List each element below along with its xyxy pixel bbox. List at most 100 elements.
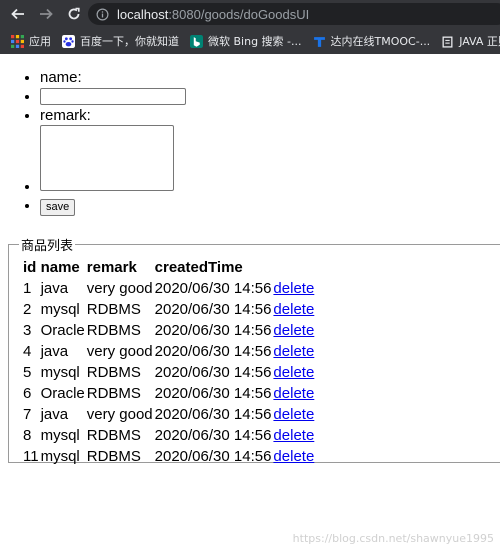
- bookmarks-bar: 应用 百度一下，你就知道 微软 Bing 搜索 -... 达内在线TMOOC-.…: [0, 28, 500, 54]
- bookmark-label: 微软 Bing 搜索 -...: [208, 35, 302, 48]
- cell-action: delete: [273, 384, 314, 403]
- delete-link[interactable]: delete: [273, 364, 314, 381]
- delete-link[interactable]: delete: [273, 385, 314, 402]
- forward-arrow-icon: [40, 8, 53, 20]
- browser-toolbar: localhost:8080/goods/doGoodsUI: [0, 0, 500, 28]
- reload-icon: [68, 7, 80, 20]
- cell-remark: very good: [86, 406, 153, 423]
- bookmark-label: 百度一下，你就知道: [80, 35, 179, 48]
- bookmark-label: 应用: [29, 35, 51, 48]
- bookmark-java[interactable]: JAVA 正则: [441, 33, 500, 49]
- cell-name: mysql: [40, 448, 80, 465]
- cell-remark: very good: [86, 343, 153, 360]
- cell-action: delete: [273, 405, 314, 424]
- form-item: name:: [40, 68, 500, 87]
- cell-remark: RDBMS: [86, 364, 141, 381]
- remark-textarea[interactable]: [40, 125, 174, 191]
- cell-created-time: 2020/06/30 14:56: [154, 301, 272, 318]
- bookmark-apps[interactable]: 应用: [11, 33, 51, 49]
- cell-id: 11: [23, 448, 39, 465]
- bookmark-bing[interactable]: 微软 Bing 搜索 -...: [190, 33, 302, 49]
- table-row: 3 Oracle RDBMS 2020/06/30 14:56 delete: [23, 321, 314, 340]
- cell-name: mysql: [40, 427, 80, 444]
- table-row: 7 java very good 2020/06/30 14:56 delete: [23, 405, 314, 424]
- back-button[interactable]: [4, 0, 32, 28]
- cell-id: 2: [23, 301, 32, 318]
- cell-created-time: 2020/06/30 14:56: [154, 343, 272, 360]
- cell-name: java: [40, 343, 69, 360]
- table-row: 11 mysql RDBMS 2020/06/30 14:56 delete: [23, 447, 314, 466]
- csdn-watermark: https://blog.csdn.net/shawnyue1995: [292, 532, 494, 545]
- bookmark-label: 达内在线TMOOC-...: [330, 35, 431, 48]
- cell-name: java: [40, 280, 69, 297]
- cell-action: delete: [273, 426, 314, 445]
- page-content: name: remark: save 商品列表 id name remark c…: [0, 54, 500, 465]
- save-button[interactable]: save: [40, 198, 76, 216]
- bookmark-label: JAVA 正则: [459, 35, 500, 48]
- form-item: [40, 87, 500, 106]
- goods-table: id name remark createdTime 1 java very g…: [21, 255, 316, 468]
- cell-created-time: 2020/06/30 14:56: [154, 406, 272, 423]
- cell-remark: RDBMS: [86, 427, 141, 444]
- cell-name: java: [40, 406, 69, 423]
- remark-label: remark:: [40, 107, 91, 124]
- cell-created-time: 2020/06/30 14:56: [154, 385, 272, 402]
- url-host: localhost: [117, 6, 169, 22]
- cell-created-time: 2020/06/30 14:56: [154, 322, 272, 339]
- cell-name: mysql: [40, 364, 80, 381]
- delete-link[interactable]: delete: [273, 427, 314, 444]
- cell-remark: RDBMS: [86, 301, 141, 318]
- column-header-name: name: [40, 258, 80, 276]
- cell-name: mysql: [40, 301, 80, 318]
- java-icon: [442, 36, 453, 48]
- goods-list-legend: 商品列表: [21, 239, 74, 254]
- bing-icon: [190, 34, 203, 48]
- cell-action: delete: [273, 447, 314, 466]
- cell-action: delete: [273, 363, 314, 382]
- cell-action: delete: [273, 279, 314, 298]
- reload-button[interactable]: [60, 0, 88, 28]
- delete-link[interactable]: delete: [273, 280, 314, 297]
- cell-id: 1: [23, 280, 32, 297]
- table-row: 6 Oracle RDBMS 2020/06/30 14:56 delete: [23, 384, 314, 403]
- goods-form: name: remark: save: [0, 68, 500, 216]
- cell-name: Oracle: [40, 385, 85, 402]
- bookmark-baidu[interactable]: 百度一下，你就知道: [62, 33, 179, 49]
- delete-link[interactable]: delete: [273, 322, 314, 339]
- cell-created-time: 2020/06/30 14:56: [154, 280, 272, 297]
- delete-link[interactable]: delete: [273, 448, 314, 465]
- column-header-action: [273, 257, 314, 277]
- cell-created-time: 2020/06/30 14:56: [154, 448, 272, 465]
- cell-remark: RDBMS: [86, 385, 141, 402]
- baidu-paw-icon: [62, 34, 75, 48]
- column-header-created-time: createdTime: [154, 258, 243, 276]
- back-arrow-icon: [11, 8, 24, 20]
- column-header-remark: remark: [86, 258, 137, 276]
- cell-id: 3: [23, 322, 32, 339]
- cell-remark: RDBMS: [86, 448, 141, 465]
- url-path: :8080/goods/doGoodsUI: [168, 6, 310, 22]
- cell-id: 5: [23, 364, 32, 381]
- forward-button[interactable]: [32, 0, 60, 28]
- cell-action: delete: [273, 300, 314, 319]
- name-input[interactable]: [40, 88, 186, 105]
- cell-created-time: 2020/06/30 14:56: [154, 364, 272, 381]
- cell-action: delete: [273, 321, 314, 340]
- cell-id: 6: [23, 385, 32, 402]
- delete-link[interactable]: delete: [273, 343, 314, 360]
- cell-action: delete: [273, 342, 314, 361]
- cell-id: 4: [23, 343, 32, 360]
- bookmark-tmooc[interactable]: 达内在线TMOOC-...: [313, 33, 431, 49]
- apps-grid-icon: [11, 34, 24, 48]
- delete-link[interactable]: delete: [273, 406, 314, 423]
- tmooc-icon: [313, 36, 325, 47]
- delete-link[interactable]: delete: [273, 301, 314, 318]
- cell-remark: very good: [86, 280, 153, 297]
- table-row: 5 mysql RDBMS 2020/06/30 14:56 delete: [23, 363, 314, 382]
- info-icon: [96, 8, 109, 20]
- name-label: name:: [40, 69, 82, 86]
- address-bar[interactable]: localhost:8080/goods/doGoodsUI: [88, 3, 500, 25]
- goods-list-fieldset: 商品列表 id name remark createdTime 1 java v…: [8, 235, 500, 465]
- cell-created-time: 2020/06/30 14:56: [154, 427, 272, 444]
- column-header-id: id: [23, 258, 37, 276]
